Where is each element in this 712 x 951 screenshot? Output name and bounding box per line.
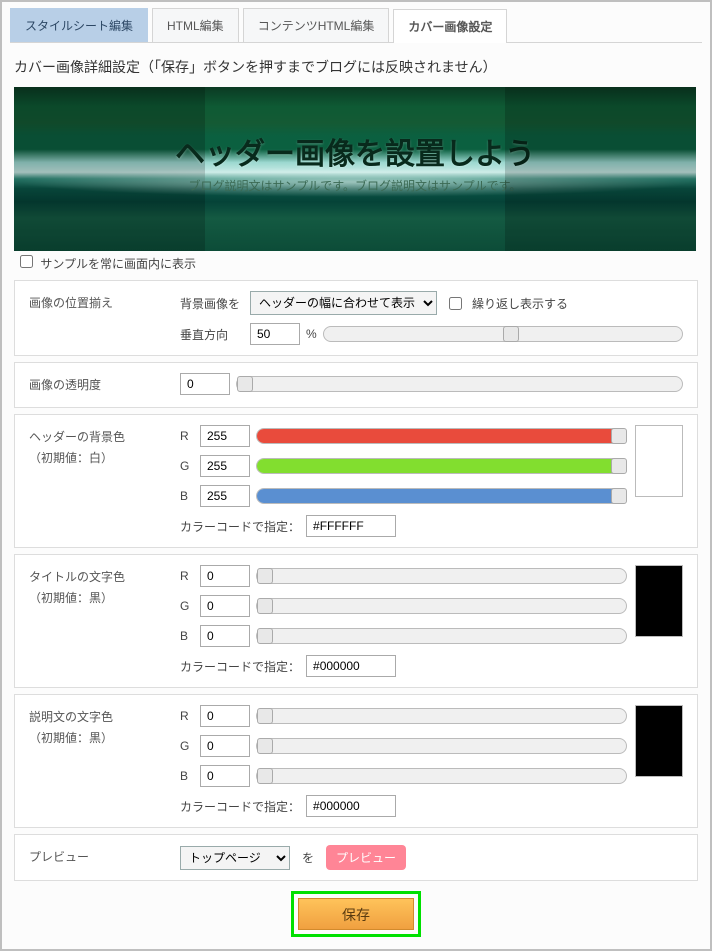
header-bg-b-input[interactable] — [200, 485, 250, 507]
cover-title: ヘッダー画像を設置しよう — [14, 129, 696, 173]
row-preview: プレビュー トップページ を プレビュー — [14, 834, 698, 881]
g-label: G — [180, 599, 194, 613]
header-bg-g-input[interactable] — [200, 455, 250, 477]
save-highlight: 保存 — [291, 891, 421, 937]
b-label: B — [180, 489, 194, 503]
desc-color-r-slider[interactable] — [256, 708, 627, 724]
desc-color-r-input[interactable] — [200, 705, 250, 727]
title-color-b-slider[interactable] — [256, 628, 627, 644]
opacity-input[interactable] — [180, 373, 230, 395]
vertical-input[interactable] — [250, 323, 300, 345]
percent-label: % — [306, 327, 317, 341]
r-label: R — [180, 429, 194, 443]
tab-contents-html[interactable]: コンテンツHTML編集 — [243, 8, 390, 42]
cover-preview: ヘッダー画像を設置しよう ブログ説明文はサンプルです。ブログ説明文はサンプルです… — [14, 87, 696, 251]
desc-color-g-input[interactable] — [200, 735, 250, 757]
desc-color-code-input[interactable] — [306, 795, 396, 817]
save-button[interactable]: 保存 — [298, 898, 414, 930]
desc-color-swatch — [635, 705, 683, 777]
preview-page-select[interactable]: トップページ — [180, 846, 290, 870]
sample-always-show-text: サンプルを常に画面内に表示 — [40, 257, 196, 271]
bg-image-label: 背景画像を — [180, 295, 244, 312]
title-color-default: （初期値：黒） — [29, 588, 166, 608]
tabs: スタイルシート編集 HTML編集 コンテンツHTML編集 カバー画像設定 — [10, 8, 702, 43]
sample-always-show-checkbox[interactable] — [20, 255, 33, 268]
g-label: G — [180, 459, 194, 473]
title-color-g-slider[interactable] — [256, 598, 627, 614]
title-color-b-input[interactable] — [200, 625, 250, 647]
r-label: R — [180, 569, 194, 583]
repeat-label: 繰り返し表示する — [472, 295, 568, 312]
desc-color-label: 説明文の文字色 — [29, 707, 166, 727]
title-color-code-input[interactable] — [306, 655, 396, 677]
desc-color-g-slider[interactable] — [256, 738, 627, 754]
sample-always-show-label[interactable]: サンプルを常に画面内に表示 — [14, 257, 196, 271]
preview-label: プレビュー — [15, 835, 180, 880]
header-bg-code-label: カラーコードで指定： — [180, 518, 300, 535]
header-bg-r-input[interactable] — [200, 425, 250, 447]
header-bg-code-input[interactable] — [306, 515, 396, 537]
r-label: R — [180, 709, 194, 723]
preview-wo: を — [302, 849, 314, 866]
vertical-label: 垂直方向 — [180, 326, 244, 343]
opacity-slider[interactable] — [236, 376, 683, 392]
row-opacity: 画像の透明度 — [14, 362, 698, 408]
header-bg-b-slider[interactable] — [256, 488, 627, 504]
repeat-checkbox[interactable] — [449, 297, 462, 310]
tab-html[interactable]: HTML編集 — [152, 8, 239, 42]
title-color-label: タイトルの文字色 — [29, 567, 166, 587]
desc-color-code-label: カラーコードで指定： — [180, 798, 300, 815]
image-position-label: 画像の位置揃え — [15, 281, 180, 355]
row-image-position: 画像の位置揃え 背景画像を ヘッダーの幅に合わせて表示 繰り返し表示する 垂直方… — [14, 280, 698, 356]
title-color-r-slider[interactable] — [256, 568, 627, 584]
tab-stylesheet[interactable]: スタイルシート編集 — [10, 8, 148, 42]
g-label: G — [180, 739, 194, 753]
page-heading: カバー画像詳細設定（「保存」ボタンを押すまでブログには反映されません） — [14, 57, 698, 77]
header-bg-r-slider[interactable] — [256, 428, 627, 444]
header-bg-default: （初期値：白） — [29, 448, 166, 468]
desc-color-b-input[interactable] — [200, 765, 250, 787]
b-label: B — [180, 629, 194, 643]
title-color-r-input[interactable] — [200, 565, 250, 587]
desc-color-default: （初期値：黒） — [29, 728, 166, 748]
header-bg-label: ヘッダーの背景色 — [29, 427, 166, 447]
b-label: B — [180, 769, 194, 783]
cover-subtitle: ブログ説明文はサンプルです。ブログ説明文はサンプルです。 — [14, 177, 696, 194]
header-bg-g-slider[interactable] — [256, 458, 627, 474]
row-desc-color: 説明文の文字色 （初期値：黒） R G B — [14, 694, 698, 828]
title-color-swatch — [635, 565, 683, 637]
opacity-label: 画像の透明度 — [15, 363, 180, 407]
bg-fit-select[interactable]: ヘッダーの幅に合わせて表示 — [250, 291, 437, 315]
preview-button[interactable]: プレビュー — [326, 845, 406, 870]
tab-cover[interactable]: カバー画像設定 — [393, 9, 507, 43]
header-bg-swatch — [635, 425, 683, 497]
title-color-g-input[interactable] — [200, 595, 250, 617]
settings-window: スタイルシート編集 HTML編集 コンテンツHTML編集 カバー画像設定 カバー… — [0, 0, 712, 951]
desc-color-b-slider[interactable] — [256, 768, 627, 784]
row-header-bg: ヘッダーの背景色 （初期値：白） R G — [14, 414, 698, 548]
vertical-slider[interactable] — [323, 326, 683, 342]
row-title-color: タイトルの文字色 （初期値：黒） R G B — [14, 554, 698, 688]
title-color-code-label: カラーコードで指定： — [180, 658, 300, 675]
